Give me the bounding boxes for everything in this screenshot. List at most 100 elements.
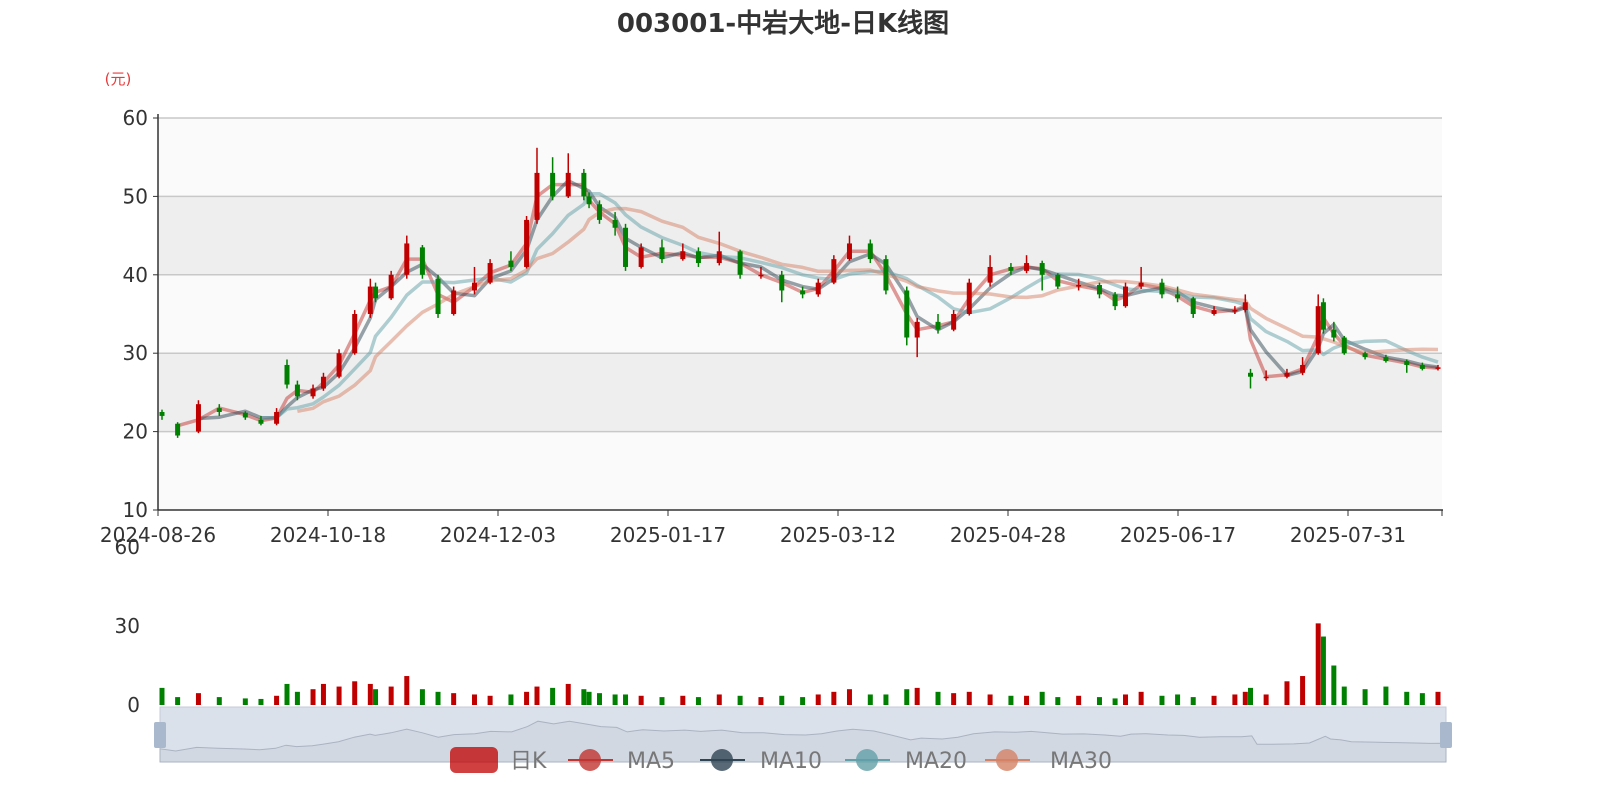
candle — [883, 255, 889, 295]
legend-label: MA20 — [905, 749, 967, 774]
volume-bar — [1419, 693, 1425, 705]
candle-body — [1159, 282, 1165, 295]
x-tick-label: 2025-04-28 — [950, 523, 1066, 547]
volume-bar — [487, 695, 493, 705]
candle-body — [815, 282, 821, 295]
candle-body — [623, 227, 629, 267]
candle-body — [159, 412, 165, 416]
candle-body — [373, 286, 379, 299]
volume-bar — [1159, 695, 1165, 705]
candle-body — [284, 364, 290, 385]
candle-body — [435, 278, 441, 314]
candle-body — [534, 172, 540, 220]
volume-bar — [951, 693, 957, 705]
volume-bar — [1039, 691, 1045, 705]
candle-body — [1123, 286, 1129, 307]
volume-bar — [294, 691, 300, 705]
x-tick-label: 2025-01-17 — [610, 523, 726, 547]
legend-item-ma20[interactable]: MA20 — [845, 749, 967, 774]
volume-bar — [310, 689, 316, 705]
volume-bar — [966, 691, 972, 705]
volume-bar — [159, 687, 165, 705]
volume-bar — [638, 695, 644, 705]
volume-bar — [914, 687, 920, 705]
volume-bar — [195, 693, 201, 705]
volume-bar — [987, 694, 993, 705]
volume-bar — [1248, 687, 1254, 705]
candle-body — [1362, 353, 1368, 358]
candle-body — [242, 412, 248, 418]
candle — [419, 245, 425, 279]
volume-bar — [1190, 697, 1196, 705]
volume-bar — [508, 694, 514, 705]
volume-bars — [159, 623, 1441, 705]
volume-bar — [565, 683, 571, 705]
candle-body — [175, 423, 181, 436]
candle-body — [935, 321, 941, 330]
volume-bar — [612, 694, 618, 705]
candle-body — [388, 274, 394, 299]
volume-bar — [867, 694, 873, 705]
volume-bar — [815, 694, 821, 705]
volume-bar — [596, 693, 602, 705]
candle-body — [550, 172, 556, 197]
candle — [581, 168, 587, 201]
candle-body — [1112, 294, 1118, 307]
candle-body — [1284, 372, 1290, 377]
grid-band — [158, 118, 1442, 197]
volume-bar — [659, 697, 665, 705]
candle — [435, 274, 441, 318]
legend-label: MA30 — [1050, 749, 1112, 774]
candle-body — [1242, 302, 1248, 311]
candle-body — [1263, 376, 1269, 379]
candle-body — [1008, 266, 1014, 271]
volume-bar — [1242, 691, 1248, 705]
legend-marker-icon — [711, 749, 733, 771]
y-tick-label: 30 — [123, 341, 148, 365]
slider-handle-right[interactable] — [1440, 722, 1452, 748]
candle-body — [1190, 298, 1196, 314]
candle-body — [914, 321, 920, 338]
volume-bar — [1123, 694, 1129, 705]
legend-label: MA5 — [627, 749, 675, 774]
volume-bar — [737, 695, 743, 705]
candle-body — [831, 259, 837, 283]
volume-tick-label: 60 — [115, 535, 140, 559]
volume-bar — [471, 694, 477, 705]
volume-bar — [1076, 695, 1082, 705]
candle — [352, 310, 358, 355]
legend-item-ma10[interactable]: MA10 — [700, 749, 822, 774]
slider-handle-left[interactable] — [154, 722, 166, 748]
x-tick-label: 2025-03-12 — [780, 523, 896, 547]
volume-bar — [1263, 694, 1269, 705]
candle-body — [638, 247, 644, 267]
volume-bar — [779, 695, 785, 705]
candle-body — [1383, 357, 1389, 362]
candle — [336, 349, 342, 379]
candle — [388, 270, 394, 300]
volume-bar — [1112, 698, 1118, 705]
candle-body — [883, 259, 889, 291]
y-tick-label: 40 — [123, 263, 148, 287]
volume-bar — [258, 698, 264, 705]
candle-body — [294, 384, 300, 397]
legend-label: MA10 — [760, 749, 822, 774]
volume-bar — [935, 691, 941, 705]
candle-body — [1039, 263, 1045, 275]
volume-bar — [1435, 691, 1441, 705]
volume-bar — [336, 686, 342, 705]
candle-body — [451, 290, 457, 314]
candle-body — [1419, 364, 1425, 369]
candle — [1055, 273, 1061, 289]
volume-bar — [1232, 694, 1238, 705]
candle-body — [404, 243, 410, 275]
legend-marker-icon — [996, 749, 1018, 771]
volume-tick-label: 0 — [127, 693, 140, 717]
volume-bar — [367, 683, 373, 705]
candle-body — [524, 219, 530, 267]
candle — [524, 216, 530, 269]
candle — [904, 286, 910, 346]
grid-band — [158, 431, 1442, 510]
candle-body — [716, 251, 722, 264]
candle-body — [737, 251, 743, 275]
